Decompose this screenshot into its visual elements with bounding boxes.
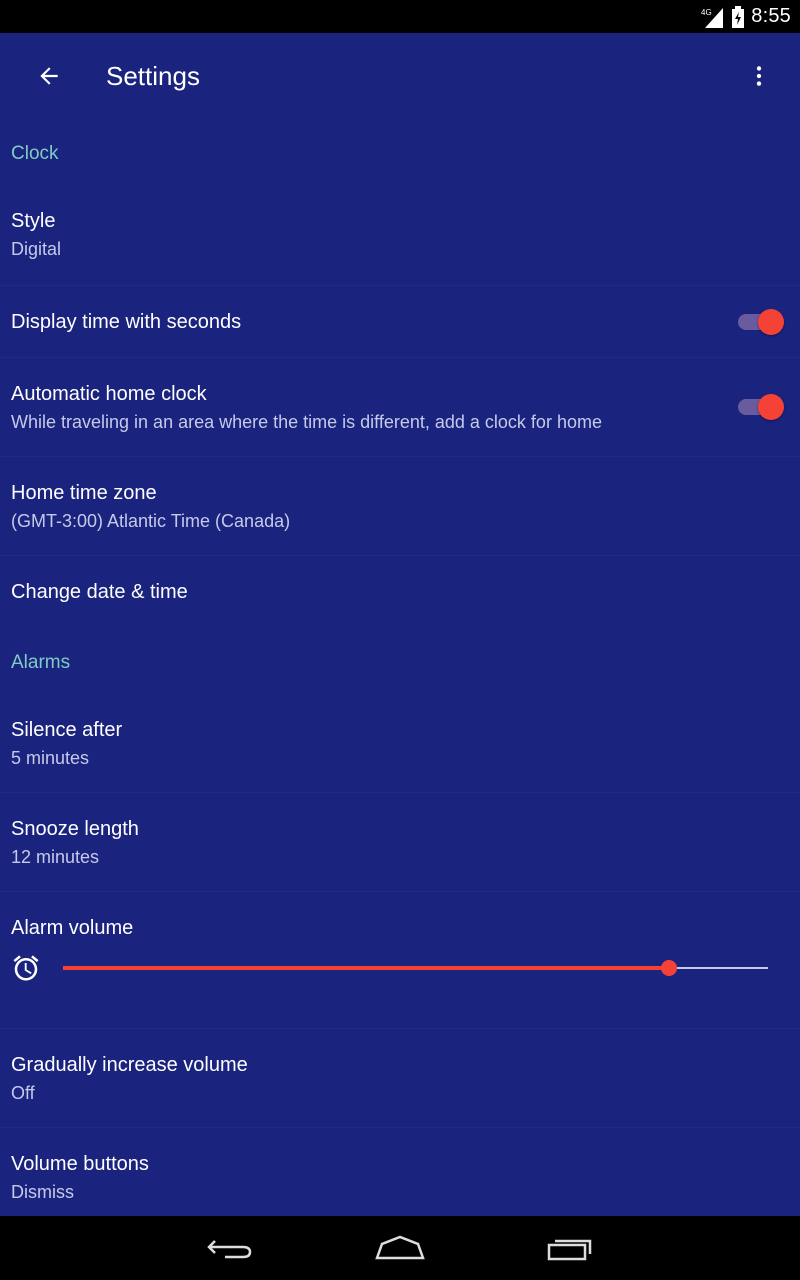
setting-summary: 12 minutes [11, 847, 100, 867]
page-title: Settings [106, 61, 200, 91]
setting-summary: 5 minutes [11, 748, 90, 768]
slider-track-fill [63, 966, 669, 970]
switch-thumb [758, 309, 784, 335]
navigation-bar [0, 1216, 800, 1280]
setting-title: Automatic home clock [11, 383, 207, 405]
more-vert-icon [756, 66, 762, 86]
battery-icon [732, 5, 745, 28]
setting-snooze-length[interactable]: Snooze length 12 minutes [0, 793, 800, 892]
display-seconds-switch[interactable] [738, 307, 784, 337]
setting-title: Gradually increase volume [11, 1054, 248, 1076]
signal-icon: 4G [701, 7, 724, 28]
app-bar: Settings [0, 33, 800, 119]
status-time: 8:55 [751, 5, 791, 27]
alarm-volume-slider[interactable] [11, 948, 771, 988]
status-icons: 4G 8:55 [701, 0, 791, 33]
nav-back-icon [207, 1240, 252, 1259]
setting-alarm-volume: Alarm volume [0, 892, 800, 1029]
setting-title: Snooze length [11, 818, 139, 840]
setting-home-time-zone[interactable]: Home time zone (GMT-3:00) Atlantic Time … [0, 457, 800, 556]
settings-list: Clock Style Digital Display time with se… [0, 119, 800, 1215]
overflow-menu-button[interactable] [736, 53, 782, 99]
automatic-home-clock-switch[interactable] [738, 392, 784, 422]
setting-title: Alarm volume [11, 917, 134, 939]
setting-change-date-time[interactable]: Change date & time [0, 556, 800, 628]
setting-summary: (GMT-3:00) Atlantic Time (Canada) [11, 511, 291, 531]
nav-recents-icon [547, 1239, 592, 1261]
switch-thumb [758, 394, 784, 420]
setting-title: Home time zone [11, 482, 157, 504]
slider-thumb[interactable] [661, 960, 677, 976]
setting-display-seconds[interactable]: Display time with seconds [0, 286, 800, 358]
section-header-clock: Clock [11, 143, 59, 164]
status-bar: 4G 8:55 [0, 0, 800, 33]
nav-home-icon [375, 1235, 425, 1260]
setting-summary: Digital [11, 239, 62, 259]
setting-summary: Dismiss [11, 1182, 74, 1202]
setting-summary: Off [11, 1083, 35, 1103]
section-header-alarms: Alarms [11, 652, 71, 673]
setting-summary: While traveling in an area where the tim… [11, 412, 602, 432]
setting-style[interactable]: Style Digital [0, 187, 800, 286]
back-button[interactable] [26, 53, 72, 99]
alarm-clock-icon [13, 955, 39, 981]
nav-back-button[interactable] [185, 1222, 275, 1274]
network-type-label: 4G [701, 8, 712, 17]
setting-volume-buttons[interactable]: Volume buttons Dismiss [0, 1128, 800, 1215]
setting-title: Silence after [11, 719, 123, 741]
setting-automatic-home-clock[interactable]: Automatic home clock While traveling in … [0, 358, 800, 457]
arrow-back-icon [40, 67, 58, 85]
setting-title: Display time with seconds [11, 311, 242, 333]
setting-title: Change date & time [11, 581, 188, 603]
setting-gradually-increase-volume[interactable]: Gradually increase volume Off [0, 1029, 800, 1128]
nav-recents-button[interactable] [525, 1222, 615, 1274]
setting-title: Style [11, 210, 56, 232]
nav-home-button[interactable] [355, 1222, 445, 1274]
setting-silence-after[interactable]: Silence after 5 minutes [0, 694, 800, 793]
setting-title: Volume buttons [11, 1153, 149, 1175]
